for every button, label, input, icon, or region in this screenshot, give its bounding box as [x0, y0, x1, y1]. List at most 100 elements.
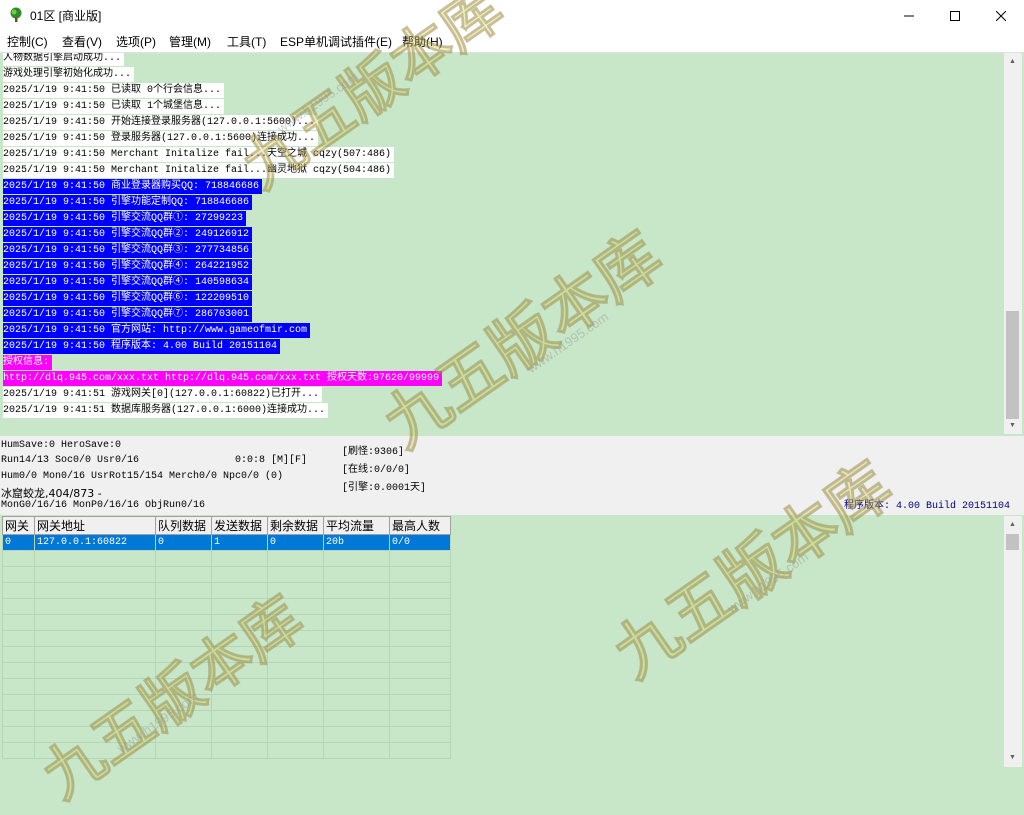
empty-grid-cell — [323, 710, 390, 727]
grid-cell[interactable]: 0 — [267, 534, 324, 551]
log-line: 2025/1/19 9:41:50 Merchant Initalize fai… — [3, 147, 395, 162]
empty-grid-cell — [34, 694, 156, 711]
empty-grid-cell — [155, 582, 212, 599]
log-line: 2025/1/19 9:41:50 引擎交流QQ群⑦: 286703001 — [3, 307, 253, 322]
engine-days-box: [引擎:0.0001天] — [342, 483, 427, 494]
empty-grid-cell — [323, 598, 390, 615]
empty-grid-cell — [2, 630, 35, 647]
grid-scrollbar[interactable]: ▲ ▼ — [1004, 516, 1022, 767]
col-avg-traffic[interactable]: 平均流量 — [323, 516, 390, 535]
empty-grid-row — [2, 694, 451, 711]
empty-grid-cell — [267, 630, 324, 647]
empty-grid-cell — [155, 566, 212, 583]
menu-control[interactable]: 控制(C) — [7, 33, 48, 50]
empty-grid-cell — [389, 566, 451, 583]
status-line-mong: MonG0/16/16 MonP0/16/16 ObjRun0/16 — [1, 500, 206, 511]
grid-header-row: 网关 网关地址 队列数据 发送数据 剩余数据 平均流量 最高人数 — [2, 516, 451, 535]
empty-grid-cell — [34, 742, 156, 759]
menu-tools[interactable]: 工具(T) — [227, 33, 266, 50]
empty-grid-cell — [323, 630, 390, 647]
status-line-monster: 冰窟蛟龙,404/873 - — [1, 487, 102, 500]
status-line-save: HumSave:0 HeroSave:0 — [1, 440, 122, 451]
empty-grid-cell — [211, 646, 268, 663]
grid-scroll-up-icon[interactable]: ▲ — [1004, 516, 1021, 533]
grid-cell[interactable]: 1 — [211, 534, 268, 551]
status-line-run: Run14/13 Soc0/0 Usr0/16 0:0:8 [M][F] — [1, 455, 308, 466]
menu-help[interactable]: 帮助(H) — [402, 33, 443, 50]
col-remaining-data[interactable]: 剩余数据 — [267, 516, 324, 535]
log-panel[interactable]: 人物数据引擎启动成功... 游戏处理引擎初始化成功... 2025/1/19 9:4… — [2, 53, 1002, 433]
empty-grid-cell — [2, 582, 35, 599]
menu-view[interactable]: 查看(V) — [62, 33, 102, 50]
empty-grid-cell — [389, 614, 451, 631]
empty-grid-cell — [389, 742, 451, 759]
grid-cell[interactable]: 0/0 — [389, 534, 451, 551]
maximize-button[interactable] — [932, 0, 978, 31]
empty-grid-cell — [211, 742, 268, 759]
col-gateway[interactable]: 网关 — [2, 516, 35, 535]
refresh-monster-box: [刷怪:9306] — [342, 447, 405, 458]
empty-grid-cell — [2, 726, 35, 743]
gateway-grid[interactable]: 网关 网关地址 队列数据 发送数据 剩余数据 平均流量 最高人数 0 127.0.… — [2, 516, 451, 759]
empty-grid-cell — [2, 598, 35, 615]
empty-grid-cell — [267, 694, 324, 711]
empty-grid-cell — [389, 678, 451, 695]
grid-cell[interactable]: 0 — [2, 534, 35, 551]
empty-grid-cell — [323, 662, 390, 679]
log-line: 人物数据引擎启动成功... — [3, 53, 125, 66]
empty-grid-cell — [155, 614, 212, 631]
empty-grid-cell — [389, 630, 451, 647]
empty-grid-cell — [323, 646, 390, 663]
empty-grid-cell — [267, 550, 324, 567]
empty-grid-cell — [2, 678, 35, 695]
close-icon — [996, 10, 1006, 21]
empty-grid-row — [2, 662, 451, 679]
menu-esp-plugin[interactable]: ESP单机调试插件(E) — [280, 33, 392, 50]
minimize-icon — [904, 15, 914, 16]
empty-grid-cell — [2, 710, 35, 727]
scroll-up-icon[interactable]: ▲ — [1004, 53, 1021, 70]
empty-grid-cell — [34, 710, 156, 727]
gateway-grid-panel[interactable]: 网关 网关地址 队列数据 发送数据 剩余数据 平均流量 最高人数 0 127.0.… — [2, 516, 1004, 767]
empty-grid-cell — [389, 646, 451, 663]
empty-grid-row — [2, 598, 451, 615]
log-line: 2025/1/19 9:41:50 已读取 0个行会信息... — [3, 83, 225, 98]
empty-grid-cell — [34, 566, 156, 583]
log-line: 2025/1/19 9:41:50 引擎交流QQ群⑥: 122209510 — [3, 291, 253, 306]
empty-grid-cell — [2, 550, 35, 567]
close-button[interactable] — [978, 0, 1024, 31]
col-gateway-address[interactable]: 网关地址 — [34, 516, 156, 535]
empty-grid-cell — [34, 630, 156, 647]
grid-scroll-down-icon[interactable]: ▼ — [1004, 749, 1021, 766]
empty-grid-row — [2, 630, 451, 647]
minimize-button[interactable] — [886, 0, 932, 31]
gateway-row[interactable]: 0 127.0.0.1:60822 0 1 0 20b 0/0 — [2, 534, 451, 551]
scroll-down-icon[interactable]: ▼ — [1004, 417, 1021, 434]
log-scrollbar[interactable]: ▲ ▼ — [1004, 53, 1022, 434]
log-line: 2025/1/19 9:41:50 引擎功能定制QQ: 718846686 — [3, 195, 253, 210]
grid-scroll-thumb[interactable] — [1006, 534, 1019, 550]
menu-options[interactable]: 选项(P) — [116, 33, 156, 50]
menu-manage[interactable]: 管理(M) — [169, 33, 211, 50]
empty-grid-cell — [2, 742, 35, 759]
status-line-hum: Hum0/0 Mon0/16 UsrRot15/154 Merch0/0 Npc… — [1, 471, 284, 482]
col-max-users[interactable]: 最高人数 — [389, 516, 451, 535]
log-line: 2025/1/19 9:41:50 引擎交流QQ群④: 140598634 — [3, 275, 253, 290]
status-panel: HumSave:0 HeroSave:0 Run14/13 Soc0/0 Usr… — [0, 436, 1024, 515]
empty-grid-cell — [323, 726, 390, 743]
col-queue-data[interactable]: 队列数据 — [155, 516, 212, 535]
log-line: 2025/1/19 9:41:51 数据库服务器(127.0.0.1:6000)… — [3, 403, 329, 418]
empty-grid-row — [2, 550, 451, 567]
menu-bar: 控制(C) 查看(V) 选项(P) 管理(M) 工具(T) ESP单机调试插件(… — [0, 31, 1024, 53]
scroll-thumb[interactable] — [1006, 311, 1019, 419]
empty-grid-row — [2, 614, 451, 631]
col-send-data[interactable]: 发送数据 — [211, 516, 268, 535]
log-line: 授权信息: — [3, 355, 53, 370]
empty-grid-cell — [211, 582, 268, 599]
grid-cell[interactable]: 20b — [323, 534, 390, 551]
empty-grid-cell — [267, 678, 324, 695]
grid-cell[interactable]: 0 — [155, 534, 212, 551]
grid-cell[interactable]: 127.0.0.1:60822 — [34, 534, 156, 551]
empty-grid-cell — [34, 662, 156, 679]
empty-grid-cell — [323, 614, 390, 631]
